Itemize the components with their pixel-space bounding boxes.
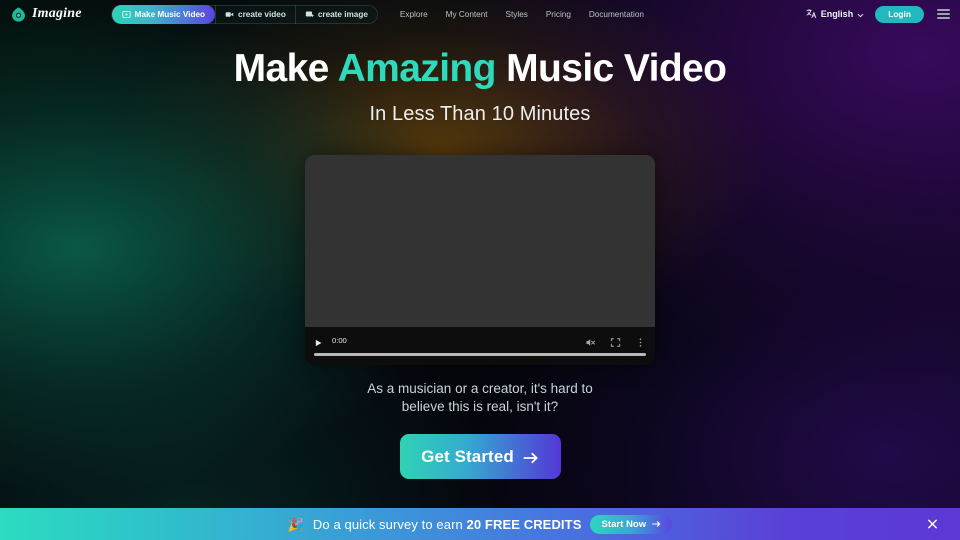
nav-link-my-content[interactable]: My Content [446, 10, 488, 19]
tagline-line-1: As a musician or a creator, it's hard to [367, 381, 593, 396]
music-video-frame-icon [122, 10, 131, 19]
chevron-down-icon [857, 11, 864, 18]
start-now-label: Start Now [601, 518, 647, 530]
nav-link-pricing[interactable]: Pricing [546, 10, 571, 19]
party-popper-icon: 🎉 [287, 516, 304, 532]
tab-label: create image [317, 9, 368, 19]
header-right-controls: English Login [806, 5, 952, 23]
top-navigation-bar: Imagine Make Music Video create video cr… [0, 0, 960, 28]
tab-make-music-video[interactable]: Make Music Video [111, 4, 216, 24]
brand-logo[interactable]: Imagine [10, 6, 82, 23]
primary-nav-links: Explore My Content Styles Pricing Docume… [400, 10, 644, 19]
arrow-right-icon [523, 450, 539, 464]
nav-link-documentation[interactable]: Documentation [589, 10, 644, 19]
get-started-label: Get Started [421, 446, 514, 466]
page-title: Make Amazing Music Video [0, 49, 960, 88]
image-plus-icon [305, 10, 314, 19]
hero-tagline: As a musician or a creator, it's hard to… [0, 380, 960, 416]
get-started-button[interactable]: Get Started [399, 434, 561, 479]
play-icon[interactable] [314, 335, 323, 347]
video-stage[interactable] [305, 155, 655, 327]
tab-label: Make Music Video [134, 9, 206, 19]
kebab-more-icon[interactable] [635, 335, 646, 347]
page-subtitle: In Less Than 10 Minutes [369, 103, 591, 125]
imagine-leaf-logo-icon [10, 6, 27, 23]
video-progress-bar[interactable] [314, 353, 646, 356]
headline-part-2: Music Video [495, 47, 727, 90]
translate-icon [806, 8, 817, 21]
volume-muted-icon[interactable] [585, 335, 596, 346]
page-root: Imagine Make Music Video create video cr… [0, 0, 960, 540]
video-right-controls [585, 335, 646, 347]
start-now-button[interactable]: Start Now [590, 514, 673, 534]
banner-content: 🎉 Do a quick survey to earn 20 FREE CRED… [287, 514, 673, 534]
nav-link-styles[interactable]: Styles [506, 10, 528, 19]
login-button[interactable]: Login [875, 5, 924, 23]
brand-name: Imagine [32, 6, 82, 21]
fullscreen-icon[interactable] [610, 335, 621, 347]
tagline-line-2: believe this is real, isn't it? [401, 398, 559, 414]
mode-tab-group: Make Music Video create video create ima… [110, 4, 378, 24]
video-camera-icon [225, 10, 234, 19]
cta-container: Get Started [0, 434, 960, 479]
tab-create-video[interactable]: create video [215, 4, 295, 24]
tab-create-image[interactable]: create image [294, 4, 377, 24]
survey-promo-banner: 🎉 Do a quick survey to earn 20 FREE CRED… [0, 508, 960, 540]
video-current-time: 0:00 [332, 335, 347, 345]
headline-part-1: Make [233, 47, 338, 90]
hero-video-player[interactable]: 0:00 [305, 155, 655, 365]
tab-label: create video [238, 9, 286, 19]
arrow-right-icon [652, 520, 661, 528]
language-selector[interactable]: English [806, 8, 865, 21]
close-icon[interactable] [926, 518, 939, 531]
language-label: English [820, 9, 854, 19]
nav-link-explore[interactable]: Explore [400, 10, 428, 19]
banner-message: Do a quick survey to earn 20 FREE CREDIT… [313, 517, 582, 532]
banner-text-before: Do a quick survey to earn [312, 516, 467, 532]
video-controls-bar: 0:00 [305, 327, 655, 365]
banner-text-bold: 20 FREE CREDITS [466, 516, 582, 532]
hamburger-menu-icon[interactable] [935, 7, 952, 20]
video-controls-row: 0:00 [314, 333, 646, 347]
headline-accent: Amazing [337, 47, 497, 90]
